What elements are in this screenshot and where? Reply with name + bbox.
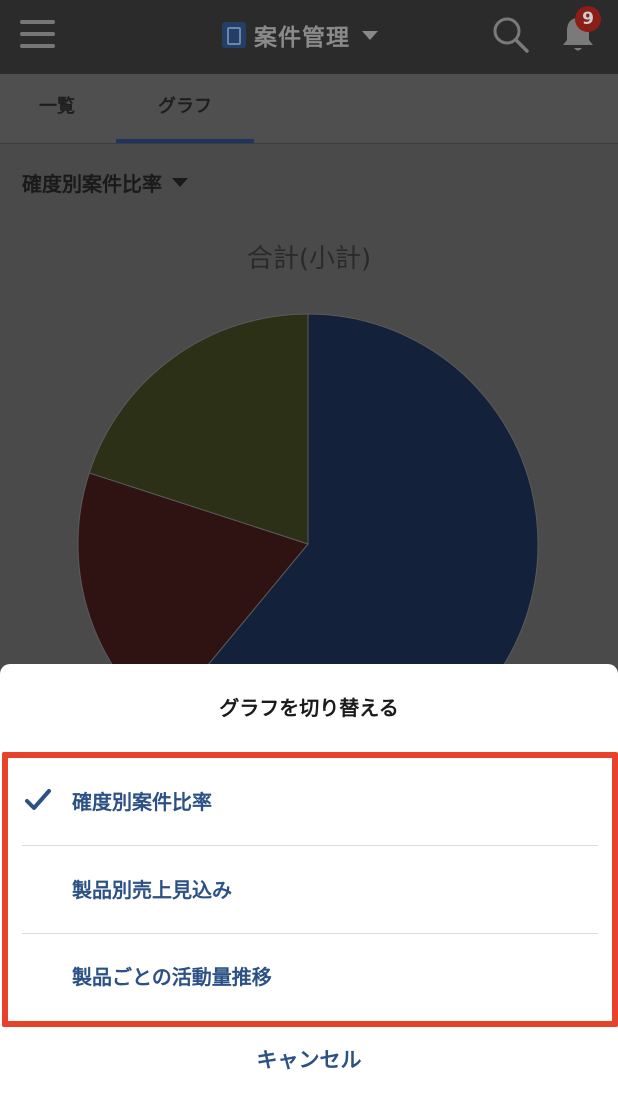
menu-icon[interactable] xyxy=(20,18,56,50)
option-label: 確度別案件比率 xyxy=(72,790,212,814)
graph-options-list: 確度別案件比率 製品別売上見込み 製品ごとの活動量推移 xyxy=(2,752,618,1027)
bottom-sheet: グラフを切り替える 確度別案件比率 製品別売上見込み 製品ごとの活動量推移 キャ… xyxy=(0,664,618,1102)
top-bar: 案件管理 9 xyxy=(0,0,618,74)
option-product-activity[interactable]: 製品ごとの活動量推移 xyxy=(8,934,612,1015)
cancel-button[interactable]: キャンセル xyxy=(0,1044,618,1074)
chevron-down-icon xyxy=(362,30,378,40)
option-kakudo[interactable]: 確度別案件比率 xyxy=(8,758,612,846)
checkmark-icon xyxy=(25,789,51,810)
notification-badge: 9 xyxy=(575,6,601,32)
option-product-sales[interactable]: 製品別売上見込み xyxy=(8,846,612,934)
app-title: 案件管理 xyxy=(254,25,350,51)
option-label: 製品別売上見込み xyxy=(72,878,232,902)
option-label: 製品ごとの活動量推移 xyxy=(72,965,272,989)
search-icon[interactable] xyxy=(490,14,530,54)
app-switcher[interactable]: 案件管理 xyxy=(222,17,378,53)
sheet-title: グラフを切り替える xyxy=(219,696,399,720)
app-icon xyxy=(222,22,246,48)
